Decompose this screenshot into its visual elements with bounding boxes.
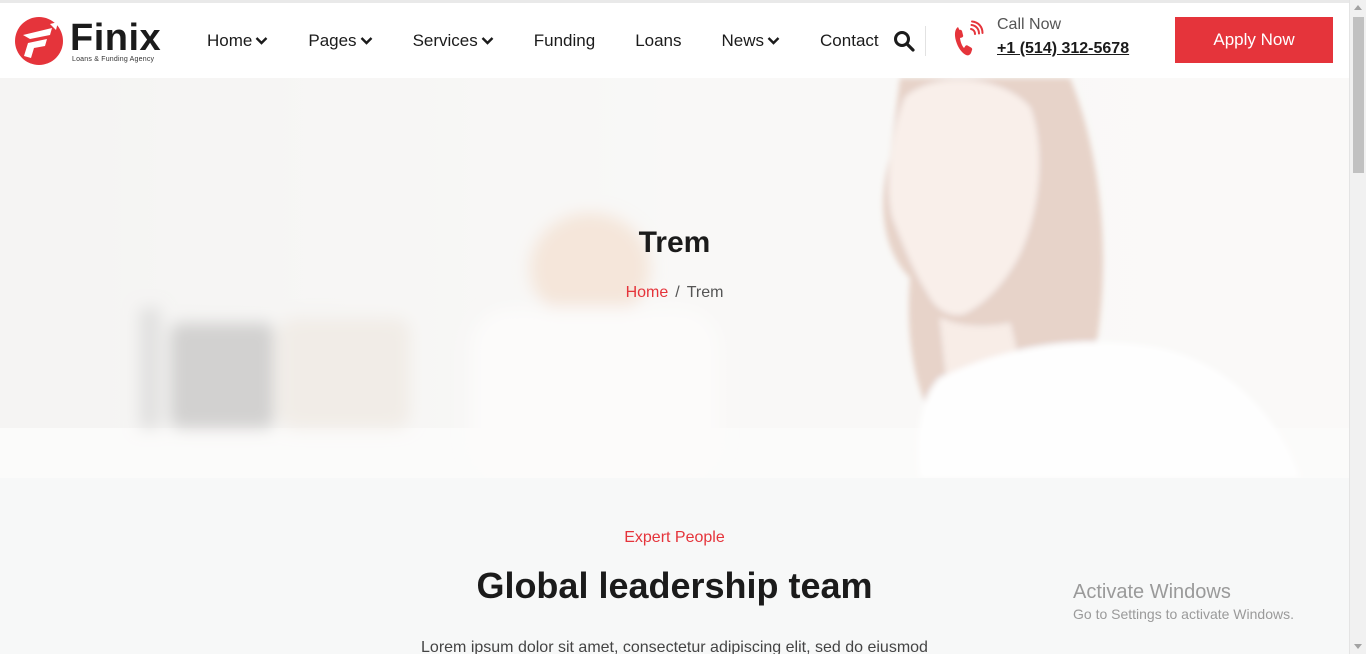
nav-item-services[interactable]: Services xyxy=(413,31,494,51)
finix-logo-icon xyxy=(15,17,63,65)
chevron-down-icon xyxy=(256,37,268,45)
section-description: Lorem ipsum dolor sit amet, consectetur … xyxy=(421,639,928,654)
chevron-down-icon xyxy=(767,37,780,45)
windows-activation-watermark: Activate Windows Go to Settings to activ… xyxy=(1073,580,1294,624)
scrollbar-thumb[interactable] xyxy=(1353,17,1364,173)
nav-item-label: Home xyxy=(207,31,253,50)
watermark-subtitle: Go to Settings to activate Windows. xyxy=(1073,606,1294,622)
brand-tagline: Loans & Funding Agency xyxy=(72,56,155,63)
page-title: Trem xyxy=(638,226,711,259)
scroll-down-arrow-icon[interactable] xyxy=(1354,644,1362,649)
header-top-border xyxy=(0,0,1349,3)
phone-ringing-icon xyxy=(954,20,984,56)
nav-item-pages[interactable]: Pages xyxy=(308,31,372,51)
search-icon[interactable] xyxy=(893,30,915,52)
brand-name: Finix xyxy=(70,17,162,59)
breadcrumb-current: Trem xyxy=(686,284,724,301)
apply-now-button[interactable]: Apply Now xyxy=(1175,17,1333,63)
scroll-up-arrow-icon[interactable] xyxy=(1354,5,1362,10)
nav-item-funding[interactable]: Funding xyxy=(534,31,595,51)
call-phone-link[interactable]: +1 (514) 312-5678 xyxy=(997,40,1129,58)
nav-item-label: News xyxy=(721,31,765,50)
vertical-scrollbar[interactable] xyxy=(1349,0,1366,654)
watermark-title: Activate Windows xyxy=(1073,581,1231,603)
brand-logo[interactable]: Finix Loans & Funding Agency xyxy=(14,15,174,67)
header-divider xyxy=(925,26,926,56)
section-eyebrow: Expert People xyxy=(624,529,725,546)
nav-item-home[interactable]: Home xyxy=(207,31,268,51)
chevron-down-icon xyxy=(360,37,372,45)
nav-item-contact[interactable]: Contact xyxy=(820,31,879,51)
nav-item-label: Contact xyxy=(820,31,879,50)
team-section: Expert People Global leadership team Lor… xyxy=(0,478,1349,654)
site-header: Finix Loans & Funding Agency Home Pages … xyxy=(0,0,1349,78)
breadcrumb: Home / Trem xyxy=(0,284,1349,302)
page: Finix Loans & Funding Agency Home Pages … xyxy=(0,0,1349,654)
breadcrumb-separator: / xyxy=(675,284,680,301)
nav-item-label: Funding xyxy=(533,31,596,50)
breadcrumb-home-link[interactable]: Home xyxy=(626,284,669,301)
main-nav: Home Pages Services Funding Loans News C… xyxy=(207,28,879,54)
page-banner: Trem Home / Trem xyxy=(0,78,1349,478)
call-now-label: Call Now xyxy=(997,16,1062,33)
nav-item-label: Pages xyxy=(308,31,357,50)
chevron-down-icon xyxy=(481,37,494,45)
nav-item-news[interactable]: News xyxy=(722,31,781,51)
nav-item-loans[interactable]: Loans xyxy=(635,31,681,51)
nav-item-label: Loans xyxy=(635,31,682,50)
nav-item-label: Services xyxy=(412,31,478,50)
banner-overlay xyxy=(0,78,1349,478)
